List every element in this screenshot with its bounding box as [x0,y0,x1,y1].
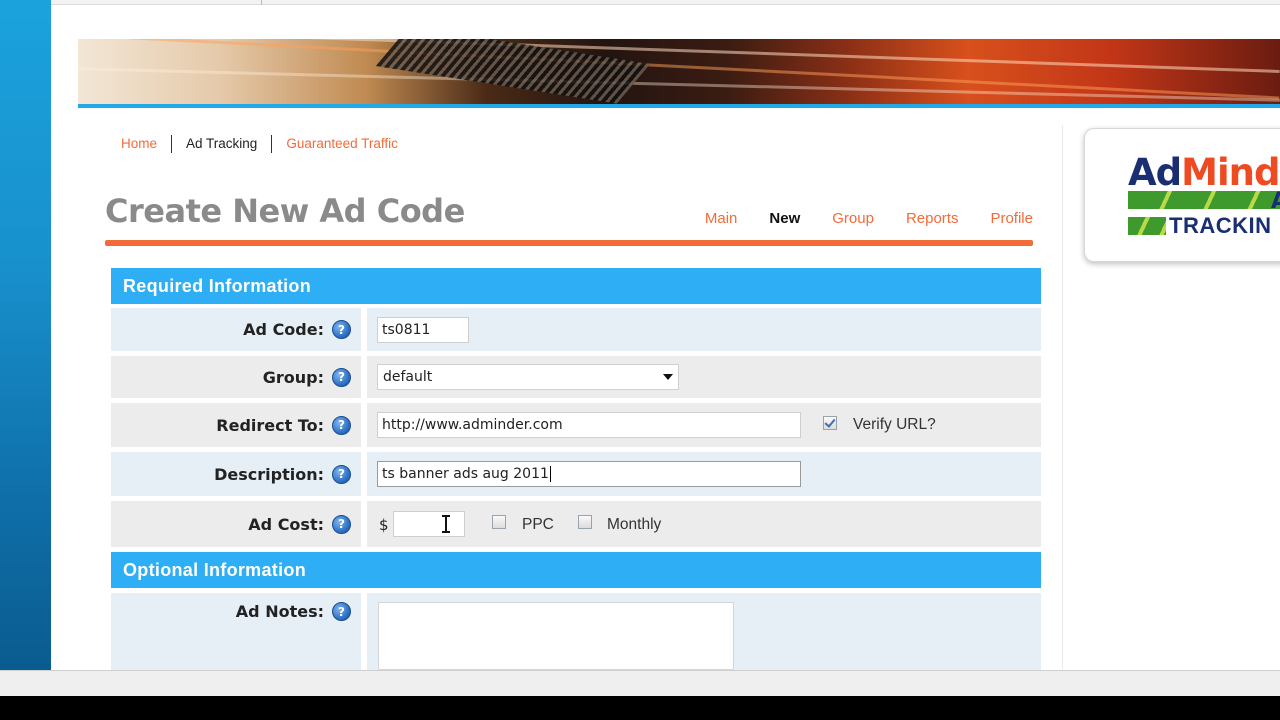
ad-notes-row: Ad Notes: ? [111,593,1041,670]
breadcrumb-ad-tracking[interactable]: Ad Tracking [172,135,271,153]
group-label: Group: [262,367,324,387]
help-icon[interactable]: ? [332,514,351,534]
ad-code-label-cell: Ad Code: ? [111,308,361,351]
monthly-label: Monthly [607,516,662,533]
ad-code-value-cell: ts0811 [367,308,1041,351]
ad-notes-textarea[interactable] [378,602,734,670]
screen-bottom-bar [0,696,1280,720]
sub-navigation: Main New Group Reports Profile [673,210,1033,227]
title-divider [105,240,1033,246]
ad-code-row: Ad Code: ? ts0811 [111,308,1041,351]
description-input-text: ts banner ads aug 2011 [382,466,549,482]
text-cursor-icon [442,515,450,533]
ad-code-input[interactable]: ts0811 [377,317,469,343]
help-icon[interactable]: ? [332,464,351,484]
banner-underline [78,104,1280,108]
description-input[interactable]: ts banner ads aug 2011 [377,461,801,487]
description-row: Description: ? ts banner ads aug 2011 [111,452,1041,496]
ad-cost-value-cell: $ PPC Monthly [367,501,1041,547]
group-row: Group: ? default [111,356,1041,398]
logo-word-ad: Ad [1128,151,1182,194]
ad-cost-label: Ad Cost: [248,514,324,534]
subnav-main-link[interactable]: Main [705,210,738,227]
breadcrumb-guaranteed-traffic-link[interactable]: Guaranteed Traffic [272,135,412,153]
adminder-logo-card[interactable]: AdMinde A TRACKIN [1084,128,1280,262]
breadcrumb-home-link[interactable]: Home [107,135,171,153]
monthly-checkbox[interactable] [578,515,592,529]
page-title: Create New Ad Code [105,192,465,230]
breadcrumb: Home Ad Tracking Guaranteed Traffic [107,134,412,154]
ad-cost-row: Ad Cost: ? $ PPC Monthly [111,501,1041,547]
logo-word-minder: Minde [1181,151,1280,194]
required-information-header: Required Information [111,268,1041,304]
browser-status-bar [0,670,1280,696]
description-label-cell: Description: ? [111,452,361,496]
logo-green-stripe [1128,191,1280,209]
ad-code-label: Ad Code: [243,320,324,339]
redirect-label-cell: Redirect To: ? [111,403,361,447]
banner-light-streak [78,67,1280,102]
help-icon[interactable]: ? [332,320,351,339]
ad-notes-label: Ad Notes: [235,602,324,621]
ppc-label: PPC [522,516,554,533]
text-caret [549,466,551,482]
subnav-group-link[interactable]: Group [832,210,874,227]
group-select-value: default [383,369,433,385]
help-icon[interactable]: ? [332,367,351,387]
group-label-cell: Group: ? [111,356,361,398]
redirect-value-cell: http://www.adminder.com Verify URL? [367,403,1041,447]
subnav-profile-link[interactable]: Profile [990,210,1033,227]
logo-tracking-text: TRACKIN [1169,213,1272,238]
subnav-new-link[interactable]: New [769,210,800,227]
redirect-row: Redirect To: ? http://www.adminder.com V… [111,403,1041,447]
top-border [51,0,1280,5]
group-value-cell: default [367,356,1041,398]
ad-cost-label-cell: Ad Cost: ? [111,501,361,547]
group-select[interactable]: default [377,364,679,390]
redirect-label: Redirect To: [216,415,324,435]
ad-notes-value-cell [367,593,1041,670]
header-banner-image [78,39,1280,105]
logo-green-stripe-small [1128,217,1166,235]
currency-symbol: $ [379,516,389,534]
top-border-notch [261,0,262,5]
left-window-strip [0,0,51,670]
logo-line-2: A [1271,189,1280,214]
verify-url-checkbox[interactable] [823,416,837,430]
description-label: Description: [214,464,324,484]
ad-cost-input[interactable] [393,511,465,537]
ppc-checkbox[interactable] [492,515,506,529]
adminder-logo-wordmark: AdMinde [1128,151,1280,194]
help-icon[interactable]: ? [332,415,351,435]
help-icon[interactable]: ? [332,602,351,621]
subnav-reports-link[interactable]: Reports [906,210,959,227]
ad-notes-label-cell: Ad Notes: ? [111,593,361,670]
redirect-url-input[interactable]: http://www.adminder.com [377,412,801,438]
optional-information-header: Optional Information [111,552,1041,588]
description-value-cell: ts banner ads aug 2011 [367,452,1041,496]
verify-url-label: Verify URL? [853,416,936,433]
chevron-down-icon [663,374,673,380]
